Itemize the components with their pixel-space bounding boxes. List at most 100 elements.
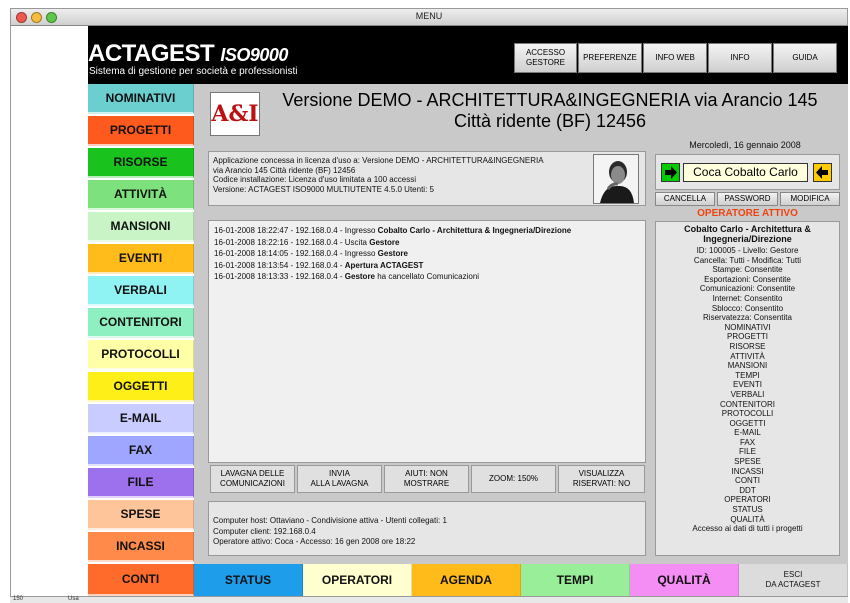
preferenze-button[interactable]: PREFERENZE bbox=[578, 43, 642, 73]
app-subtitle: Sistema di gestione per società e profes… bbox=[89, 66, 298, 77]
status-bar: 150 Usa bbox=[10, 596, 848, 603]
nav-file[interactable]: FILE bbox=[88, 468, 194, 498]
nav-eventi[interactable]: EVENTI bbox=[88, 244, 194, 274]
visualizza-riservati-button[interactable]: VISUALIZZA RISERVATI: NO bbox=[558, 465, 645, 493]
nav-oggetti[interactable]: OGGETTI bbox=[88, 372, 194, 402]
zoom-button[interactable]: ZOOM: 150% bbox=[471, 465, 556, 493]
current-user-field[interactable]: Coca Cobalto Carlo bbox=[683, 163, 808, 182]
nav-nominativi[interactable]: NOMINATIVI bbox=[88, 84, 194, 114]
operator-detail-line: PROGETTI bbox=[727, 332, 768, 342]
operator-detail-line: FAX bbox=[739, 437, 756, 447]
license-line: Applicazione concessa in licenza d'uso a… bbox=[213, 156, 544, 165]
operator-detail-line: ID: 100005 - Livello: Gestore bbox=[696, 246, 799, 255]
nav-tempi[interactable]: TEMPI bbox=[521, 564, 630, 596]
log-entry-subject: Cobalto Carlo - Architettura & Ingegneri… bbox=[377, 226, 572, 235]
info-web-button[interactable]: INFO WEB bbox=[643, 43, 707, 73]
nav-qualita[interactable]: QUALITÀ bbox=[630, 564, 739, 596]
nav-conti[interactable]: CONTI bbox=[88, 564, 194, 596]
log-entry: 16-01-2008 18:14:05 - 192.168.0.4 - Ingr… bbox=[214, 248, 571, 260]
nav-verbali[interactable]: VERBALI bbox=[88, 276, 194, 306]
app-name-suffix: ISO9000 bbox=[220, 45, 288, 65]
operator-detail-line: PROTOCOLLI bbox=[721, 409, 774, 419]
modifica-button[interactable]: MODIFICA bbox=[780, 192, 840, 206]
operator-detail-line: CONTENITORI bbox=[720, 399, 775, 409]
nav-incassi[interactable]: INCASSI bbox=[88, 532, 194, 562]
operator-detail-line: Sblocco: Consentito bbox=[711, 303, 784, 313]
nav-mansioni[interactable]: MANSIONI bbox=[88, 212, 194, 242]
operator-photo bbox=[593, 154, 639, 204]
connection-info-box: Computer host: Ottaviano - Condivisione … bbox=[208, 501, 646, 556]
exit-button[interactable]: ESCI DA ACTAGEST bbox=[739, 564, 848, 596]
operator-detail-line: Accesso ai dati di tutti i progetti bbox=[692, 524, 803, 534]
operator-detail-line: ATTIVITÀ bbox=[730, 351, 765, 361]
log-entry: 16-01-2008 18:22:47 - 192.168.0.4 - Ingr… bbox=[214, 225, 571, 237]
log-entry-subject: Apertura ACTAGEST bbox=[344, 260, 424, 270]
operator-detail-line: OPERATORI bbox=[724, 495, 771, 505]
nav-progetti[interactable]: PROGETTI bbox=[88, 116, 194, 146]
right-arrow-icon[interactable] bbox=[661, 163, 680, 182]
nav-spese[interactable]: SPESE bbox=[88, 500, 194, 530]
log-entry-text: 16-01-2008 18:14:05 - 192.168.0.4 - Ingr… bbox=[214, 249, 378, 258]
log-entry: 16-01-2008 18:13:54 - 192.168.0.4 - Aper… bbox=[214, 260, 571, 272]
operator-detail-line: Comunicazioni: Consentite bbox=[699, 284, 796, 294]
info-button[interactable]: INFO bbox=[708, 43, 772, 73]
nav-email[interactable]: E-MAIL bbox=[88, 404, 194, 434]
mode-label: Usa bbox=[68, 596, 79, 602]
operator-detail-line: SPESE bbox=[734, 457, 761, 467]
operator-detail-line: TEMPI bbox=[735, 370, 760, 380]
lavagna-comunicazioni-button[interactable]: LAVAGNA DELLE COMUNICAZIONI bbox=[210, 465, 295, 493]
logo-text: A&I bbox=[211, 101, 259, 127]
log-entry: 16-01-2008 18:13:33 - 192.168.0.4 - Gest… bbox=[214, 271, 571, 283]
activity-log[interactable]: 16-01-2008 18:22:47 - 192.168.0.4 - Ingr… bbox=[208, 220, 646, 463]
app-name: ACTAGEST bbox=[88, 40, 215, 67]
aiuti-button[interactable]: AIUTI: NON MOSTRARE bbox=[384, 465, 469, 493]
info-line: Computer host: Ottaviano - Condivisione … bbox=[213, 516, 447, 525]
log-entry-subject: Gestore bbox=[369, 237, 400, 247]
log-entry-subject: Gestore bbox=[344, 272, 375, 281]
current-date: Mercoledì, 16 gennaio 2008 bbox=[689, 140, 801, 150]
operator-detail-line: E-MAIL bbox=[734, 428, 761, 438]
operator-detail-line: VERBALI bbox=[730, 389, 765, 399]
log-entry-text: 16-01-2008 18:13:54 - 192.168.0.4 - bbox=[214, 260, 345, 270]
app-brand: ACTAGEST ISO9000 bbox=[88, 40, 288, 68]
company-logo: A&I bbox=[210, 92, 260, 136]
operator-detail-line: Riservatezza: Consentita bbox=[703, 313, 792, 323]
operator-detail-line: INCASSI bbox=[731, 466, 764, 476]
nav-fax[interactable]: FAX bbox=[88, 436, 194, 466]
nav-contenitori[interactable]: CONTENITORI bbox=[88, 308, 194, 338]
license-info-box: Applicazione concessa in licenza d'uso a… bbox=[208, 151, 646, 206]
nav-agenda[interactable]: AGENDA bbox=[412, 564, 521, 596]
operator-detail-line: OGGETTI bbox=[729, 418, 766, 428]
left-margin bbox=[10, 26, 88, 596]
operator-name: Cobalto Carlo - Architettura & Ingegneri… bbox=[684, 224, 811, 244]
operator-detail-line: FILE bbox=[739, 447, 756, 457]
operator-detail-line: EVENTI bbox=[733, 380, 762, 390]
license-line: Versione: ACTAGEST ISO9000 MULTIUTENTE 4… bbox=[213, 184, 434, 194]
operator-detail-line: QUALITÀ bbox=[730, 514, 765, 524]
log-entry-text: 16-01-2008 18:22:16 - 192.168.0.4 - Usci… bbox=[214, 237, 370, 247]
cancella-button[interactable]: CANCELLA bbox=[655, 192, 715, 206]
left-arrow-icon[interactable] bbox=[813, 163, 832, 182]
operator-status-title: OPERATORE ATTIVO bbox=[697, 208, 798, 219]
guida-button[interactable]: GUIDA bbox=[773, 43, 837, 73]
nav-risorse[interactable]: RISORSE bbox=[88, 148, 194, 178]
company-title: Versione DEMO - ARCHITETTURA&INGEGNERIA … bbox=[282, 90, 818, 131]
info-line: Computer client: 192.168.0.4 bbox=[213, 526, 316, 536]
operator-detail-line: MANSIONI bbox=[727, 361, 768, 371]
operator-detail-line: DDT bbox=[739, 485, 756, 495]
nav-protocolli[interactable]: PROTOCOLLI bbox=[88, 340, 194, 370]
window-titlebar[interactable]: MENU bbox=[10, 8, 848, 26]
license-line: Codice installazione: Licenza d'uso limi… bbox=[213, 175, 416, 184]
zoom-level[interactable]: 150 bbox=[13, 596, 23, 602]
operator-detail-line: CONTI bbox=[735, 476, 760, 486]
accesso-gestore-button[interactable]: ACCESSO GESTORE bbox=[514, 43, 577, 73]
invia-lavagna-button[interactable]: INVIA ALLA LAVAGNA bbox=[297, 465, 382, 493]
nav-status[interactable]: STATUS bbox=[194, 564, 303, 596]
operator-detail-line: Cancella: Tutti - Modifica: Tutti bbox=[693, 255, 802, 265]
nav-attivita[interactable]: ATTIVITÀ bbox=[88, 180, 194, 210]
nav-operatori[interactable]: OPERATORI bbox=[303, 564, 412, 596]
info-line: Operatore attivo: Coca - Accesso: 16 gen… bbox=[213, 537, 416, 546]
password-button[interactable]: PASSWORD bbox=[717, 192, 778, 206]
log-entry-subject: Gestore bbox=[377, 249, 408, 258]
operator-detail-line: Stampe: Consentite bbox=[712, 265, 783, 275]
